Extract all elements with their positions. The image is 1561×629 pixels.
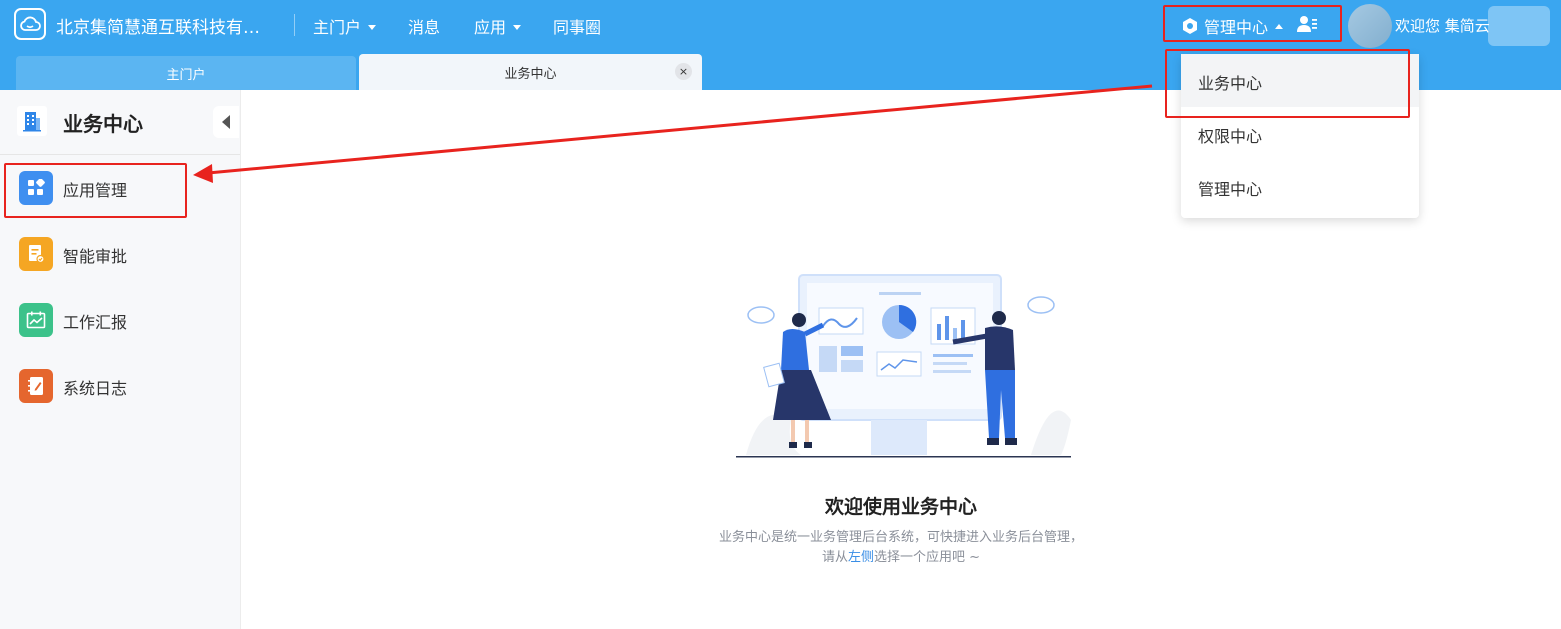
annotation-arrow xyxy=(193,84,1153,183)
